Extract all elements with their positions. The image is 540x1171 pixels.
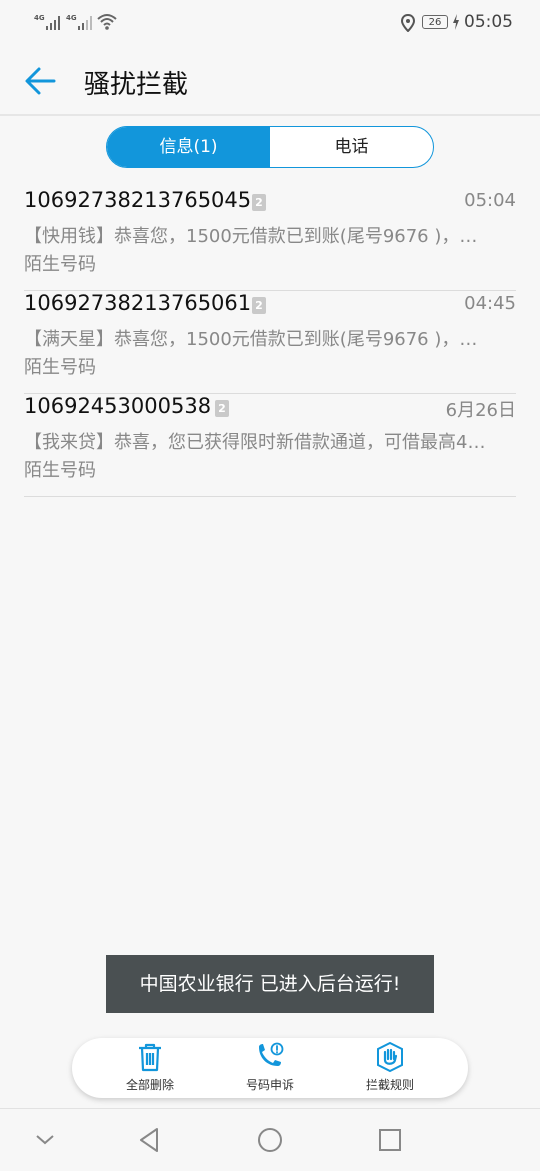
back-nav-icon[interactable] [135,1125,165,1155]
sender-number: 10692738213765045 [24,188,252,212]
list-item[interactable]: 10692453000538 2 6月26日 【我来贷】恭喜，您已获得限时新借款… [24,394,516,497]
message-preview: 【快用钱】恭喜您，1500元借款已到账(尾号9676 )，… [24,226,478,247]
wifi-icon [97,14,117,30]
message-preview: 【满天星】恭喜您，1500元借款已到账(尾号9676 )，… [24,329,478,350]
number-tag: 陌生号码 [24,254,96,275]
battery-icon: 26 [422,15,448,29]
tab-messages[interactable]: 信息(1) [107,127,270,167]
recents-nav-icon[interactable] [375,1125,405,1155]
system-nav-bar [0,1108,540,1171]
list-item[interactable]: 10692738213765061 2 04:45 【满天星】恭喜您，1500元… [24,291,516,394]
phone-alert-icon [259,1042,284,1066]
hand-shield-icon [377,1041,403,1073]
app-bar: 骚扰拦截 [0,46,540,116]
trash-icon [139,1043,161,1072]
bottom-action-bar: 全部删除 号码申诉 拦截规则 [72,1038,468,1098]
sim-card-icon: 2 [252,297,266,314]
block-rules-button[interactable]: 拦截规则 [324,1038,456,1098]
delete-all-button[interactable]: 全部删除 [84,1038,216,1098]
number-appeal-button[interactable]: 号码申诉 [204,1038,336,1098]
delete-all-label: 全部删除 [125,1078,174,1092]
number-tag: 陌生号码 [24,357,96,378]
sender-number: 10692453000538 [24,394,212,418]
list-item[interactable]: 10692738213765045 2 05:04 【快用钱】恭喜您，1500元… [24,188,516,291]
message-time: 6月26日 [445,400,516,421]
status-bar: 4G 4G 26 05:05 [0,0,540,46]
tab-switcher: 信息(1) 电话 [106,126,434,168]
toast-message: 中国农业银行 已进入后台运行! [106,955,434,1013]
message-time: 05:04 [464,190,516,211]
number-appeal-label: 号码申诉 [245,1078,294,1092]
message-time: 04:45 [464,293,516,314]
block-rules-label: 拦截规则 [365,1078,414,1092]
signal-sim2-icon: 4G [66,14,96,32]
header-divider [0,114,540,116]
page-title: 骚扰拦截 [84,70,189,100]
message-preview: 【我来贷】恭喜，您已获得限时新借款通道，可借最高4… [24,432,486,453]
back-arrow-icon[interactable] [24,64,58,98]
number-tag: 陌生号码 [24,460,96,481]
charging-icon [453,14,459,30]
status-time: 05:05 [464,12,513,32]
hide-nav-icon[interactable] [30,1125,60,1155]
sim-card-icon: 2 [252,194,266,211]
home-nav-icon[interactable] [255,1125,285,1155]
tab-calls[interactable]: 电话 [270,127,433,167]
sender-number: 10692738213765061 [24,291,252,315]
signal-sim1-icon: 4G [34,14,64,32]
sim-card-icon: 2 [215,400,229,417]
location-icon [400,14,416,32]
